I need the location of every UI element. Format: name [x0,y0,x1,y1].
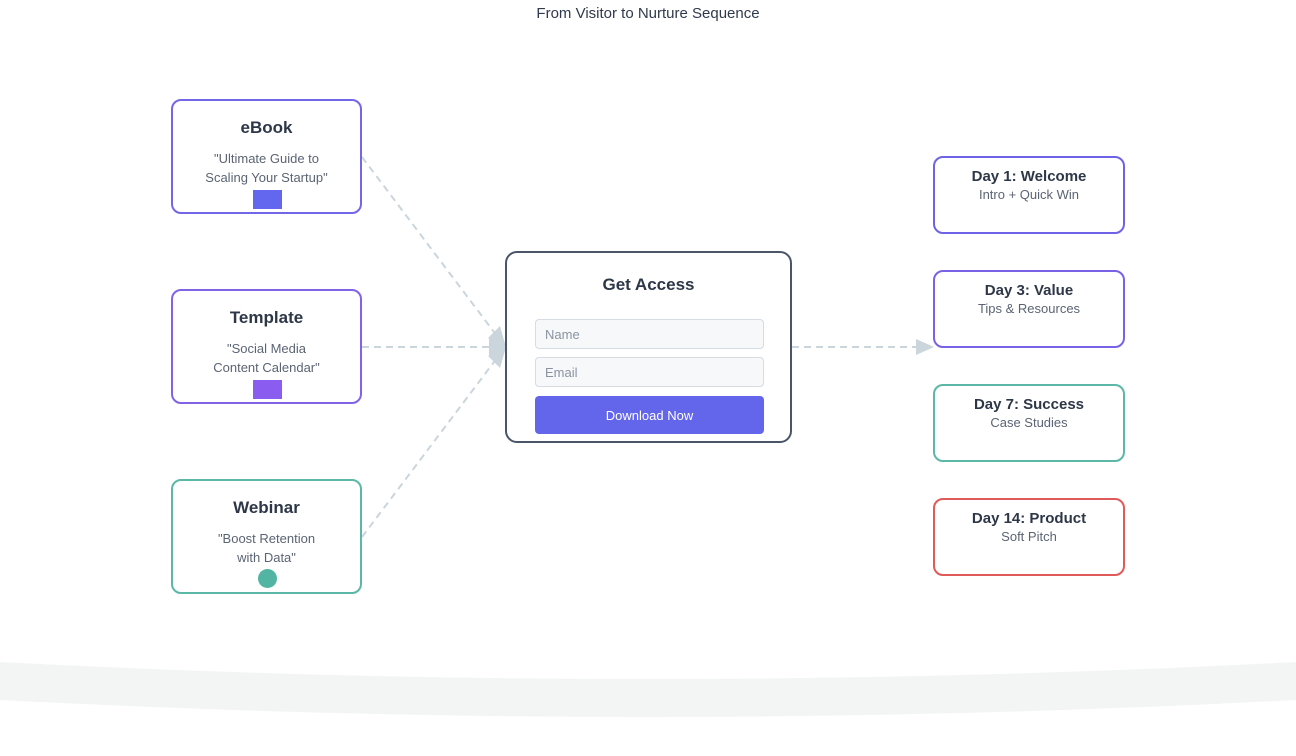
lead-capture-form: Get Access Download Now [505,251,792,443]
sequence-subtitle: Soft Pitch [1001,529,1057,544]
source-card-webinar[interactable]: Webinar "Boost Retention with Data" [171,479,362,594]
source-name: Webinar [233,498,300,517]
arrowhead-template [489,338,506,356]
source-name: Template [229,308,304,327]
source-desc-line: Content Calendar" [213,360,320,375]
ebook-square-icon [253,190,282,209]
sequence-subtitle: Tips & Resources [977,301,1081,316]
source-card-template[interactable]: Template "Social Media Content Calendar" [171,289,362,404]
diagram-title: From Visitor to Nurture Sequence [536,5,760,22]
sequence-title: Day 7: Success [973,396,1085,413]
connector-webinar-to-form [361,357,498,538]
connector-ebook-to-form [361,156,498,337]
sequence-card-day-7[interactable]: Day 7: Success Case Studies [933,384,1125,462]
sequence-title: Day 14: Product [971,510,1087,527]
arrowhead-sequence [916,339,934,355]
sequence-card-day-14[interactable]: Day 14: Product Soft Pitch [933,498,1125,576]
sequence-card-day-1[interactable]: Day 1: Welcome Intro + Quick Win [933,156,1125,234]
sequence-subtitle: Intro + Quick Win [978,187,1080,202]
decorative-wave-band [0,662,1296,717]
source-name: eBook [240,118,293,137]
source-desc-line: "Boost Retention [217,531,316,546]
template-square-icon [253,380,282,399]
name-input[interactable] [535,319,764,349]
arrowhead-ebook [488,326,506,347]
source-desc-line: with Data" [237,550,296,565]
sequence-subtitle: Case Studies [990,415,1068,430]
arrowhead-webinar [488,347,506,368]
sequence-title: Day 3: Value [984,282,1074,299]
form-heading: Get Access [602,275,695,294]
email-input[interactable] [535,357,764,387]
sequence-title: Day 1: Welcome [971,168,1087,185]
webinar-circle-icon [258,569,277,588]
source-desc-line: Scaling Your Startup" [205,170,328,185]
source-card-ebook[interactable]: eBook "Ultimate Guide to Scaling Your St… [171,99,362,214]
sequence-card-day-3[interactable]: Day 3: Value Tips & Resources [933,270,1125,348]
source-desc-line: "Social Media [226,341,307,356]
source-desc-line: "Ultimate Guide to [213,151,320,166]
download-now-button[interactable]: Download Now [535,396,764,434]
